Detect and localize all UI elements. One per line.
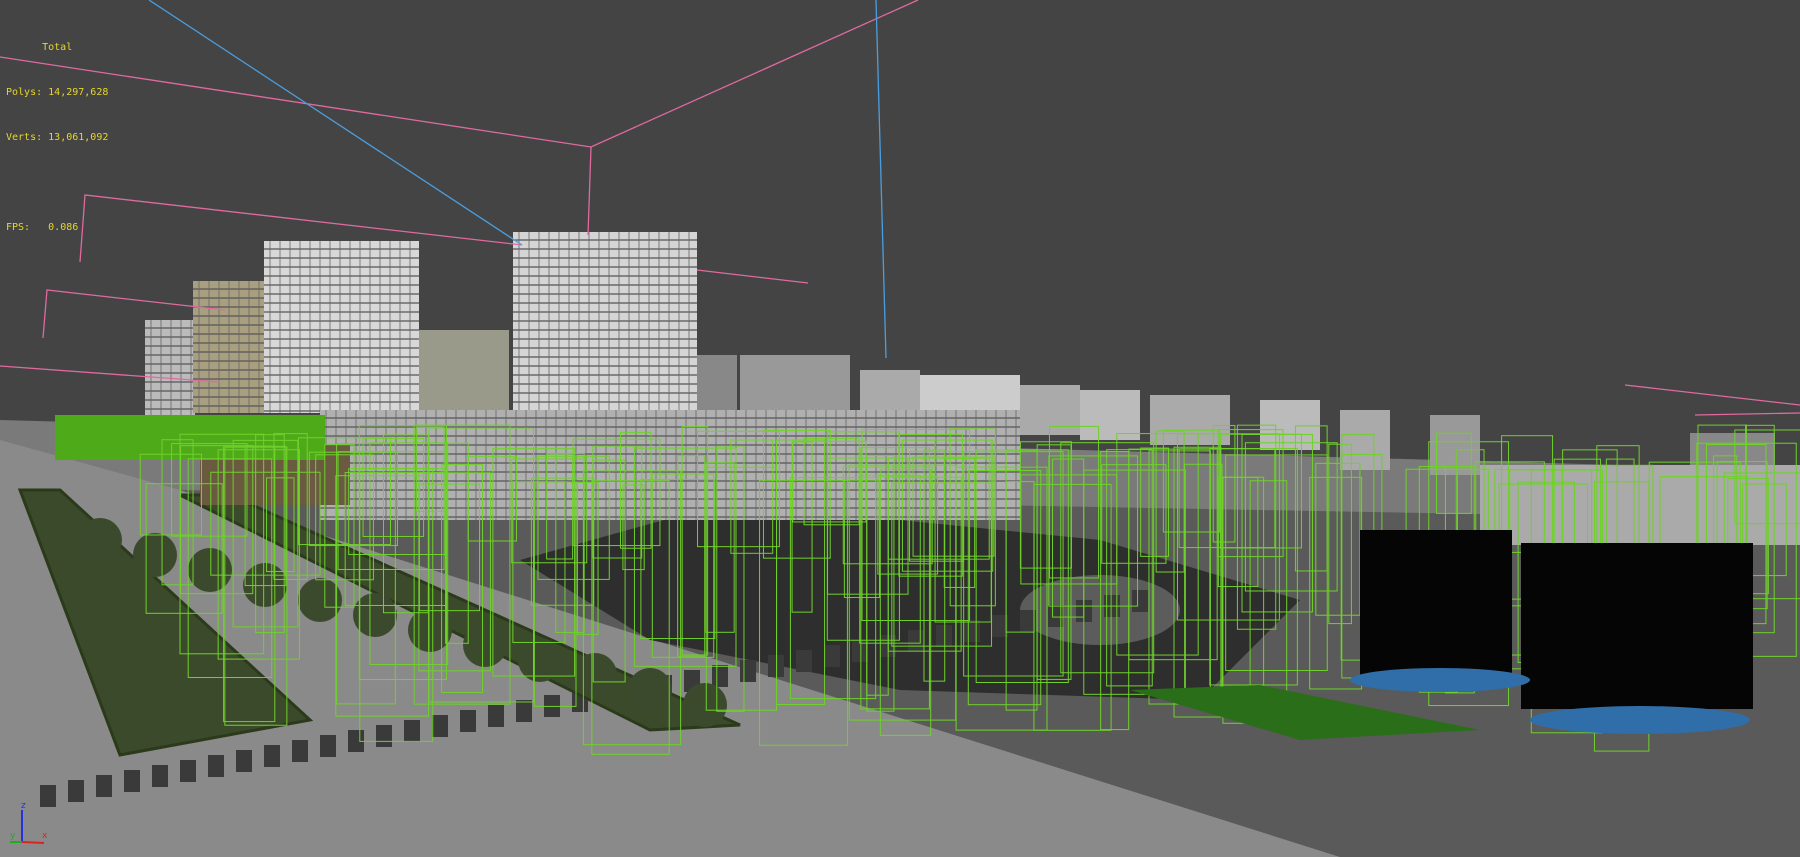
building — [145, 320, 195, 415]
building — [697, 355, 737, 415]
crosswalk-stripe — [740, 660, 756, 682]
gizmo-x-label: x — [42, 831, 48, 841]
tree — [628, 668, 672, 712]
crosswalk-stripe — [292, 740, 308, 762]
crosswalk-stripe — [320, 735, 336, 757]
tree — [573, 653, 617, 697]
tree — [188, 548, 232, 592]
crosswalk-stripe — [124, 770, 140, 792]
crosswalk-stripe — [152, 765, 168, 787]
scene-render[interactable] — [0, 0, 1800, 857]
tree — [463, 623, 507, 667]
building — [1480, 465, 1800, 545]
crosswalk-stripe — [488, 705, 504, 727]
crosswalk-stripe — [460, 710, 476, 732]
crosswalk-stripe — [1132, 590, 1148, 612]
axis-gizmo-icon: z x y — [10, 801, 48, 844]
crosswalk-stripe — [1048, 605, 1064, 627]
tree — [683, 683, 727, 727]
fps-value: 0.086 — [48, 222, 79, 233]
verts-label: Verts: — [6, 132, 43, 143]
crosswalk-stripe — [96, 775, 112, 797]
crosswalk-stripe — [264, 745, 280, 767]
building — [1080, 390, 1140, 440]
tree — [133, 533, 177, 577]
polys-label: Polys: — [6, 87, 43, 98]
viewport-statistics: Total Polys: 14,297,628 Verts: 13,061,09… — [6, 10, 108, 265]
crosswalk-stripe — [432, 715, 448, 737]
billboard-screen-1 — [1360, 530, 1512, 677]
crosswalk-stripe — [404, 720, 420, 742]
fps-label: FPS: — [6, 222, 31, 233]
polys-value: 14,297,628 — [48, 87, 109, 98]
crosswalk-stripe — [796, 650, 812, 672]
verts-value: 13,061,092 — [48, 132, 109, 143]
building — [1340, 410, 1390, 470]
building — [513, 232, 697, 419]
crosswalk-stripe — [236, 750, 252, 772]
tree — [518, 638, 562, 682]
stats-header: Total — [42, 42, 73, 53]
crosswalk-stripe — [516, 700, 532, 722]
building — [193, 281, 264, 413]
crosswalk-stripe — [936, 625, 952, 647]
crosswalk-stripe — [208, 755, 224, 777]
crosswalk-stripe — [376, 725, 392, 747]
crosswalk-stripe — [908, 630, 924, 652]
building — [1020, 385, 1080, 435]
crosswalk-stripe — [964, 620, 980, 642]
terrain-highlight — [1020, 575, 1180, 645]
crosswalk-stripe — [712, 665, 728, 687]
crosswalk-stripe — [68, 780, 84, 802]
crosswalk-stripe — [180, 760, 196, 782]
crosswalk-stripe — [768, 655, 784, 677]
billboard-screen-2 — [1521, 543, 1753, 709]
3d-viewport[interactable]: Total Polys: 14,297,628 Verts: 13,061,09… — [0, 0, 1800, 857]
crosswalk-stripe — [824, 645, 840, 667]
screen-base-1 — [1350, 668, 1530, 692]
screen-base-2 — [1530, 706, 1750, 734]
building — [419, 330, 509, 420]
gizmo-y-label: y — [10, 831, 16, 841]
gizmo-z-label: z — [21, 801, 26, 811]
tree — [243, 563, 287, 607]
building — [1430, 415, 1480, 475]
tree — [78, 518, 122, 562]
building — [740, 355, 850, 415]
